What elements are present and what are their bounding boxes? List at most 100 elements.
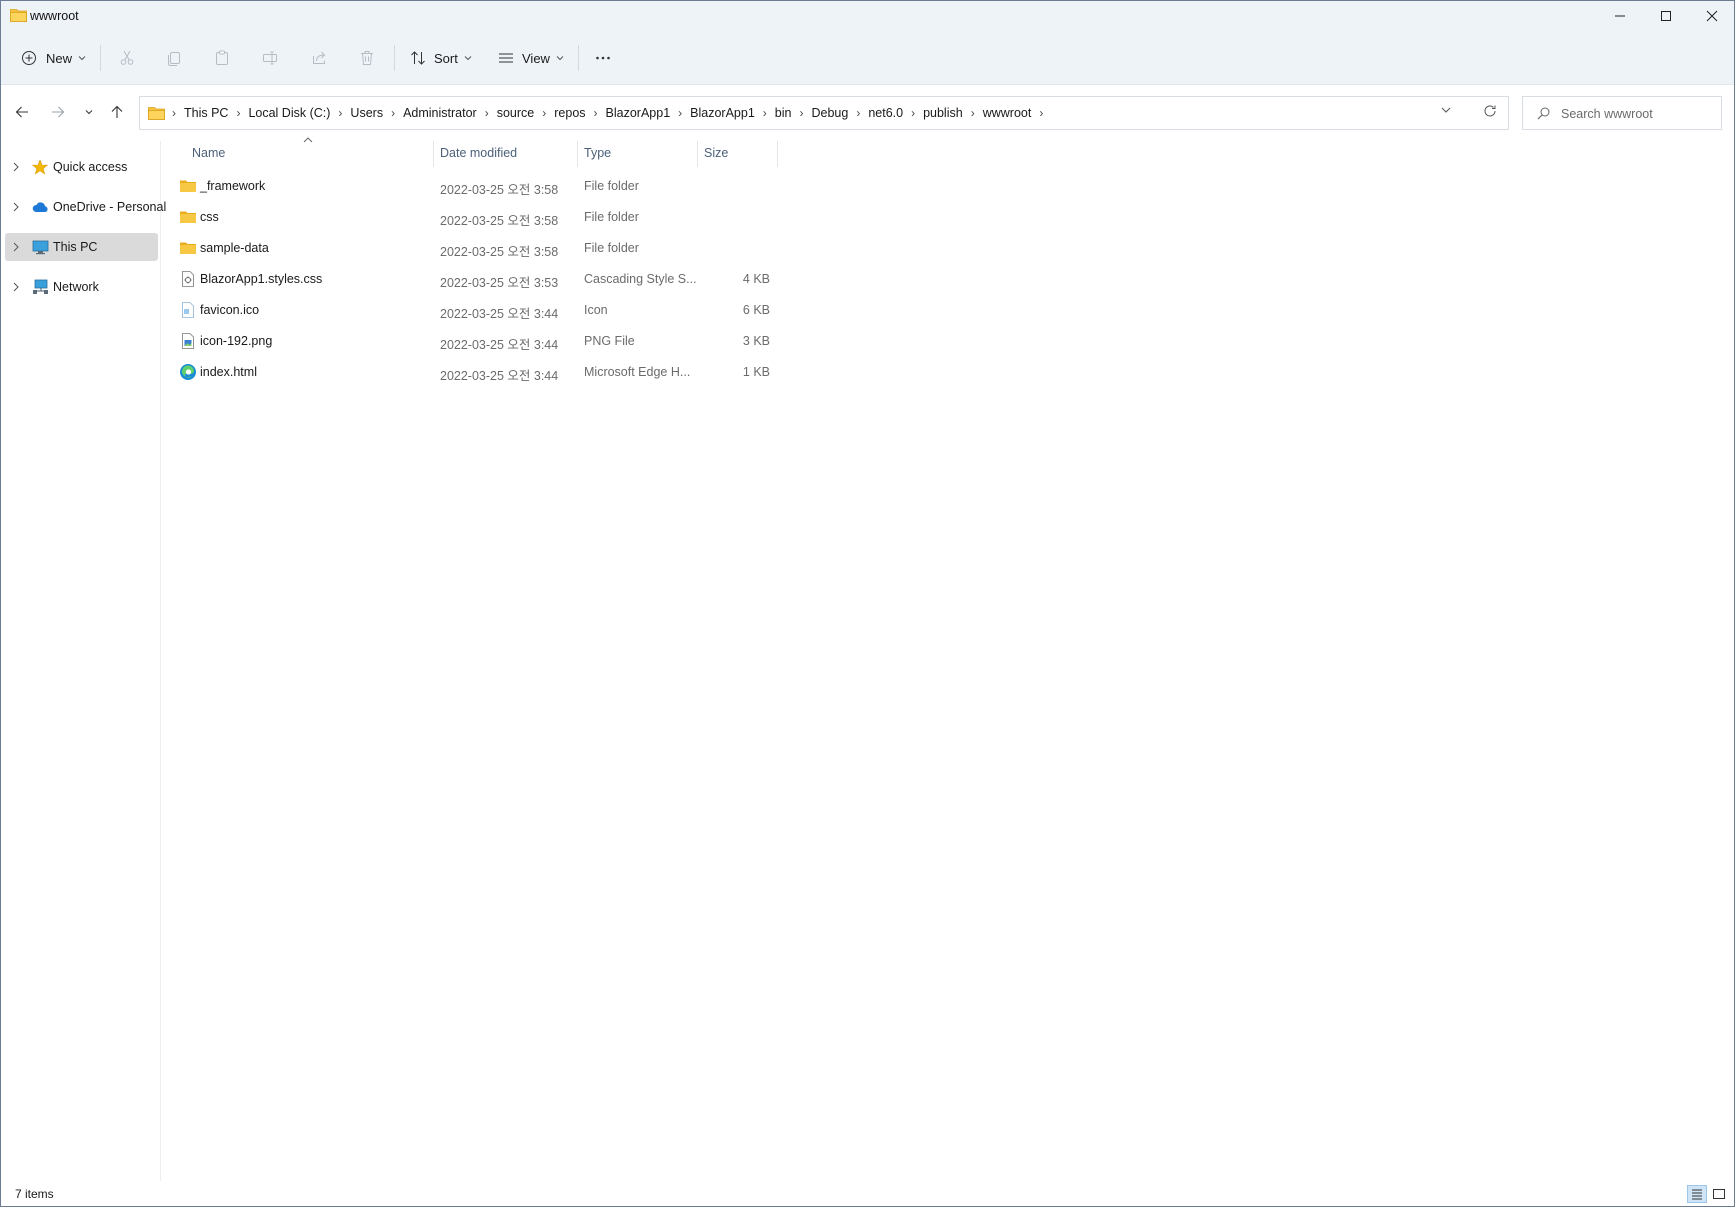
file-row[interactable]: favicon.ico 2022-03-25 오전 3:44 Icon 6 KB [173, 295, 778, 325]
chevron-right-icon[interactable] [13, 242, 19, 252]
new-button[interactable]: New [21, 38, 86, 78]
breadcrumb-item[interactable]: Debug [806, 106, 853, 120]
column-divider[interactable] [777, 141, 778, 167]
address-history-chevron-icon[interactable] [1440, 105, 1452, 115]
breadcrumb-separator-icon[interactable]: › [591, 106, 601, 120]
file-size: 1 KB [742, 365, 770, 379]
sidebar-item-quick-access[interactable]: Quick access [5, 153, 158, 181]
breadcrumb-separator-icon[interactable]: › [539, 106, 549, 120]
close-icon [1706, 10, 1718, 22]
toolbar-divider [578, 45, 579, 71]
breadcrumb-separator-icon[interactable]: › [908, 106, 918, 120]
file-type: PNG File [584, 334, 635, 348]
breadcrumb-item[interactable]: BlazorApp1 [601, 106, 676, 120]
column-header-label: Type [584, 146, 612, 160]
file-date-modified: 2022-03-25 오전 3:58 [440, 245, 559, 259]
file-date-modified: 2022-03-25 오전 3:44 [440, 338, 559, 352]
file-row[interactable]: css 2022-03-25 오전 3:58 File folder [173, 202, 778, 232]
breadcrumb-separator-icon[interactable]: › [853, 106, 863, 120]
paste-icon [216, 50, 228, 65]
large-icons-view-button[interactable] [1709, 1185, 1729, 1203]
breadcrumb-item[interactable]: Users [345, 106, 388, 120]
sidebar-item-label: OneDrive - Personal [53, 200, 167, 214]
refresh-icon[interactable] [1483, 104, 1497, 118]
file-size: 6 KB [742, 303, 770, 317]
sort-button[interactable]: Sort [410, 38, 472, 78]
breadcrumb-separator-icon[interactable]: › [233, 106, 243, 120]
breadcrumb-item[interactable]: source [492, 106, 540, 120]
recent-locations-button[interactable] [76, 99, 102, 125]
file-type: Icon [584, 303, 608, 317]
sidebar-item-this-pc[interactable]: This PC [5, 233, 158, 261]
column-header-name[interactable]: Name [173, 141, 433, 165]
breadcrumb-separator-icon[interactable]: › [760, 106, 770, 120]
item-count: 7 items [15, 1187, 54, 1201]
breadcrumb-item[interactable]: repos [549, 106, 590, 120]
breadcrumb-separator-icon[interactable]: › [1036, 106, 1046, 120]
computer-icon [32, 240, 49, 255]
forward-button[interactable] [45, 99, 71, 125]
sidebar-item-label: Quick access [53, 160, 128, 174]
chevron-down-icon [78, 56, 86, 61]
rename-icon [263, 51, 277, 65]
view-icon [499, 53, 513, 63]
column-header-type[interactable]: Type [578, 141, 696, 165]
sidebar-item-network[interactable]: Network [5, 273, 158, 301]
details-view-button[interactable] [1687, 1185, 1707, 1203]
chevron-right-icon[interactable] [13, 202, 19, 212]
file-row[interactable]: index.html 2022-03-25 오전 3:44 Microsoft Ed… [173, 357, 778, 387]
more-icon [596, 56, 610, 60]
file-row[interactable]: _framework 2022-03-25 오전 3:58 File folder [173, 171, 778, 201]
column-header-date[interactable]: Date modified [434, 141, 577, 165]
breadcrumb-item[interactable]: net6.0 [863, 106, 908, 120]
breadcrumb-separator-icon[interactable]: › [169, 106, 179, 120]
file-row[interactable]: sample-data 2022-03-25 오전 3:58 File folder [173, 233, 778, 263]
file-row[interactable]: BlazorApp1.styles.css 2022-03-25 오전 3:53 C… [173, 264, 778, 294]
breadcrumb-separator-icon[interactable]: › [482, 106, 492, 120]
folder-icon [10, 9, 27, 22]
breadcrumb-item[interactable]: Local Disk (C:) [243, 106, 335, 120]
breadcrumb-item[interactable]: wwwroot [978, 106, 1037, 120]
copy-button[interactable] [166, 38, 182, 78]
file-date-modified: 2022-03-25 오전 3:44 [440, 307, 559, 321]
chevron-right-icon[interactable] [13, 282, 19, 292]
column-header-size[interactable]: Size [698, 141, 777, 165]
breadcrumb-separator-icon[interactable]: › [388, 106, 398, 120]
maximize-button[interactable] [1643, 1, 1689, 31]
address-bar[interactable]: › This PC › Local Disk (C:) › Users › Administr… [139, 96, 1509, 130]
maximize-icon [1661, 11, 1671, 21]
view-button[interactable]: View [498, 38, 564, 78]
close-button[interactable] [1689, 1, 1735, 31]
file-name: icon-192.png [200, 334, 273, 348]
chevron-down-icon [464, 56, 472, 61]
search-icon [1537, 107, 1550, 120]
file-row[interactable]: icon-192.png 2022-03-25 오전 3:44 PNG File 3 … [173, 326, 778, 356]
breadcrumb-separator-icon[interactable]: › [796, 106, 806, 120]
breadcrumb-separator-icon[interactable]: › [335, 106, 345, 120]
paste-button[interactable] [214, 38, 230, 78]
breadcrumb-item[interactable]: publish [918, 106, 968, 120]
breadcrumb-separator-icon[interactable]: › [968, 106, 978, 120]
minimize-button[interactable] [1597, 1, 1643, 31]
breadcrumb-separator-icon[interactable]: › [675, 106, 685, 120]
file-name: index.html [200, 365, 257, 379]
breadcrumb-item[interactable]: bin [770, 106, 797, 120]
search-input[interactable] [1561, 104, 1711, 124]
star-icon [32, 159, 48, 175]
large-icons-view-icon [1713, 1189, 1725, 1199]
breadcrumb-item[interactable]: Administrator [398, 106, 482, 120]
column-header-label: Size [704, 146, 729, 160]
back-button[interactable] [9, 99, 35, 125]
rename-button[interactable] [262, 38, 278, 78]
navigation-pane: Quick access OneDrive - Personal This PC… [1, 141, 166, 1181]
folder-icon [179, 208, 197, 226]
share-button[interactable] [311, 38, 327, 78]
delete-button[interactable] [359, 38, 375, 78]
more-options-button[interactable] [595, 38, 611, 78]
chevron-right-icon[interactable] [13, 162, 19, 172]
up-button[interactable] [104, 99, 130, 125]
breadcrumb-item[interactable]: BlazorApp1 [685, 106, 760, 120]
sidebar-item-onedrive[interactable]: OneDrive - Personal [5, 193, 166, 221]
breadcrumb-item[interactable]: This PC [179, 106, 233, 120]
cut-button[interactable] [119, 38, 135, 78]
